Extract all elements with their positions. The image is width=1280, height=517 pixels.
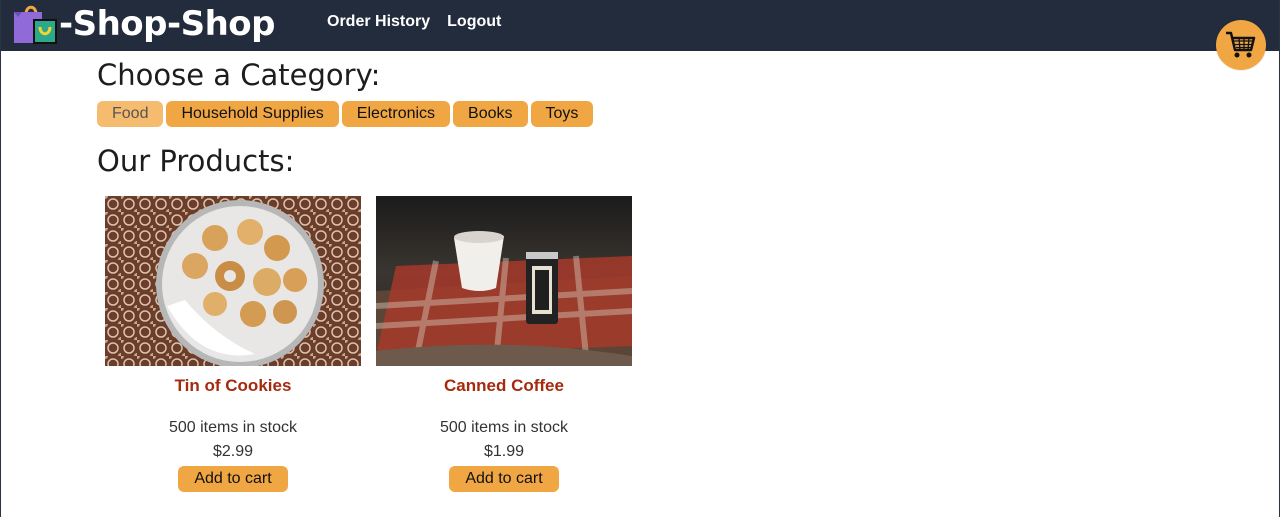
product-stock: 500 items in stock	[439, 419, 569, 436]
brand-name: -Shop-Shop	[59, 4, 276, 44]
products-heading: Our Products:	[97, 144, 295, 178]
order-history-link[interactable]: Order History	[327, 13, 430, 31]
logout-link[interactable]: Logout	[447, 13, 501, 31]
product-price: $1.99	[483, 443, 525, 460]
category-button-books[interactable]: Books	[453, 101, 528, 127]
add-to-cart-button[interactable]: Add to cart	[449, 466, 559, 492]
shopping-cart-icon	[1226, 31, 1256, 58]
category-button-household-supplies[interactable]: Household Supplies	[166, 101, 339, 127]
add-to-cart-button[interactable]: Add to cart	[178, 466, 288, 492]
category-heading: Choose a Category:	[97, 58, 381, 92]
shopping-bag-logo-icon	[14, 5, 57, 44]
category-button-toys[interactable]: Toys	[530, 101, 594, 127]
product-card: Tin of Cookies 500 items in stock $2.99 …	[105, 196, 361, 492]
navbar: -Shop-Shop Order History Logout	[0, 0, 1280, 51]
nav-links: Order History Logout	[327, 13, 501, 31]
category-button-food[interactable]: Food	[97, 101, 164, 127]
product-card: Canned Coffee 500 items in stock $1.99 A…	[376, 196, 632, 492]
product-name-link[interactable]: Canned Coffee	[376, 376, 632, 396]
product-name-link[interactable]: Tin of Cookies	[105, 376, 361, 396]
category-list: Food Household Supplies Electronics Book…	[97, 101, 594, 127]
product-image-coffee[interactable]	[376, 196, 632, 366]
brand-link[interactable]: -Shop-Shop	[12, 3, 276, 45]
product-stock: 500 items in stock	[168, 419, 298, 436]
cart-button[interactable]	[1216, 20, 1266, 70]
product-image-cookies[interactable]	[105, 196, 361, 366]
product-price: $2.99	[212, 443, 254, 460]
category-button-electronics[interactable]: Electronics	[341, 101, 451, 127]
